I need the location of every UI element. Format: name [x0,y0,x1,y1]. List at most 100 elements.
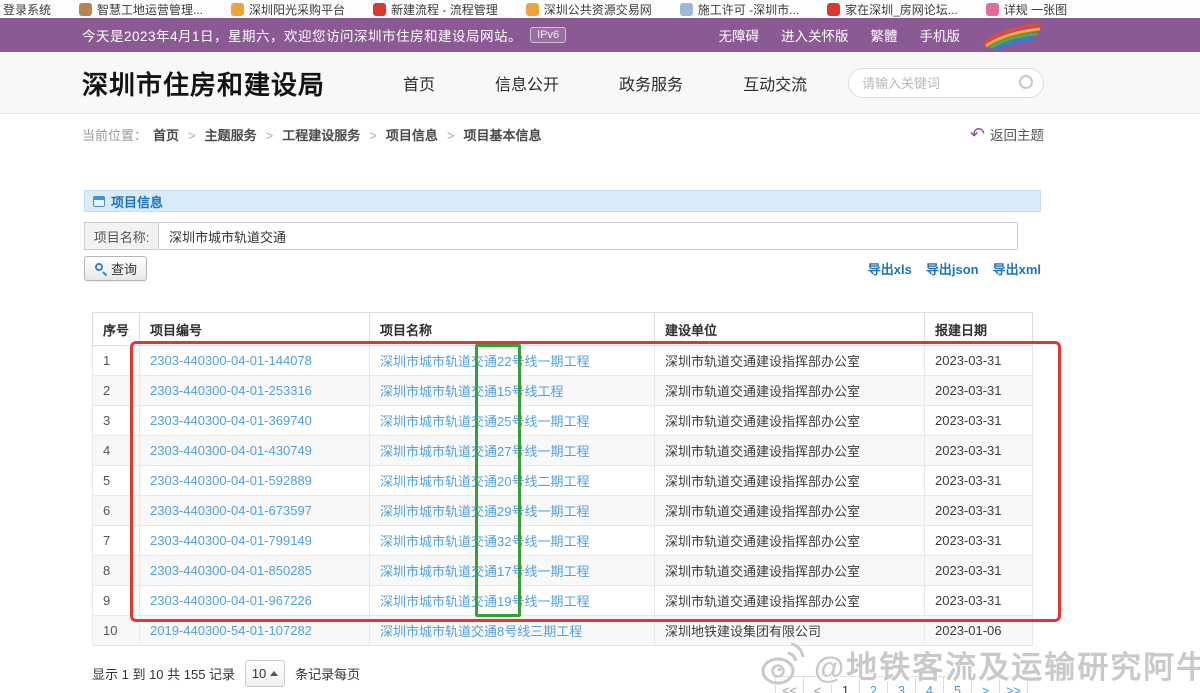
caret-up-icon [270,671,278,676]
table-row: 7 2303-440300-04-01-799149 深圳市城市轨道交通32号线… [93,526,1033,556]
breadcrumb-item[interactable]: 项目基本信息 [463,125,541,144]
row-index: 6 [93,496,140,526]
topbar-link[interactable]: 进入关怀版 [781,25,849,45]
table-row: 9 2303-440300-04-01-967226 深圳市城市轨道交通19号线… [93,586,1033,616]
bookmark-label: 家在深圳_房网论坛... [845,1,958,18]
project-name-input[interactable] [158,222,1018,250]
project-code-link[interactable]: 2303-440300-04-01-850285 [150,563,312,578]
project-code-link[interactable]: 2303-440300-04-01-430749 [150,443,312,458]
table-header-row: 序号项目编号项目名称建设单位报建日期 [93,313,1033,346]
topbar-link[interactable]: 无障碍 [719,25,760,45]
bookmark-item[interactable]: 登录系统 [3,1,51,18]
nav-item[interactable]: 互动交流 [743,71,807,95]
project-date: 2023-03-31 [925,406,1033,436]
breadcrumb-item[interactable]: 主题服务 [205,125,283,144]
project-name-link[interactable]: 深圳市城市轨道交通8号线三期工程 [380,624,582,639]
table-header-cell: 项目编号 [140,313,370,346]
topbar: 今天是2023年4月1日，星期六，欢迎您访问深圳市住房和建设局网站。 IPv6 … [0,18,1200,52]
bookmark-favicon-icon [373,3,386,16]
bookmark-item[interactable]: 施工许可 -深圳市... [680,1,799,18]
project-code-link[interactable]: 2303-440300-04-01-967226 [150,593,312,608]
nav-item[interactable]: 政务服务 [619,71,683,95]
bookmark-label: 深圳阳光采购平台 [249,1,345,18]
page-button[interactable]: 3 [887,676,916,693]
page-button[interactable]: 4 [915,676,944,693]
search-form: 项目名称: [84,222,1041,250]
project-org: 深圳市轨道交通建设指挥部办公室 [655,496,925,526]
bookmark-item[interactable]: 深圳阳光采购平台 [231,1,345,18]
table-header-cell: 序号 [93,313,140,346]
project-name-link[interactable]: 深圳市城市轨道交通32号线一期工程 [380,534,589,549]
project-name-link[interactable]: 深圳市城市轨道交通22号线一期工程 [380,354,589,369]
bookmark-favicon-icon [231,3,244,16]
project-name-link[interactable]: 深圳市城市轨道交通29号线一期工程 [380,504,589,519]
project-name-link[interactable]: 深圳市城市轨道交通17号线一期工程 [380,564,589,579]
export-link[interactable]: 导出xml [993,259,1041,278]
bookmark-favicon-icon [827,3,840,16]
page-button[interactable]: >> [999,676,1028,693]
page-button[interactable]: 2 [859,676,888,693]
page-button[interactable]: > [971,676,1000,693]
page-button[interactable]: << [775,676,804,693]
pagination: <<<12345>>> [776,676,1028,693]
project-name-link[interactable]: 深圳市城市轨道交通20号线二期工程 [380,474,589,489]
search-icon[interactable] [1019,75,1033,89]
table-row: 10 2019-440300-54-01-107282 深圳市城市轨道交通8号线… [93,616,1033,646]
project-date: 2023-03-31 [925,496,1033,526]
query-button-label: 查询 [111,259,137,278]
topbar-link[interactable]: 手机版 [920,25,961,45]
topbar-link[interactable]: 繁體 [871,25,898,45]
project-code-link[interactable]: 2303-440300-04-01-369740 [150,413,312,428]
project-name-link[interactable]: 深圳市城市轨道交通25号线一期工程 [380,414,589,429]
export-link[interactable]: 导出xls [868,259,912,278]
project-code-link[interactable]: 2303-440300-04-01-144078 [150,353,312,368]
welcome-text: 今天是2023年4月1日，星期六，欢迎您访问深圳市住房和建设局网站。 [82,25,522,45]
back-to-topic-link[interactable]: ↶ 返回主题 [970,124,1044,144]
page: 登录系统 智慧工地运营管理... 深圳阳光采购平台 新建流程 - 流程管理 深圳… [0,0,1200,693]
bookmark-favicon-icon [680,3,693,16]
table-footer: 显示 1 到 10 共 155 记录 10 条记录每页 [92,660,360,687]
export-link[interactable]: 导出json [926,259,979,278]
project-code-link[interactable]: 2019-440300-54-01-107282 [150,623,312,638]
bookmark-item[interactable]: 新建流程 - 流程管理 [373,1,498,18]
project-date: 2023-03-31 [925,586,1033,616]
project-org: 深圳地铁建设集团有限公司 [655,616,925,646]
bookmark-item[interactable]: 家在深圳_房网论坛... [827,1,958,18]
project-org: 深圳市轨道交通建设指挥部办公室 [655,346,925,376]
bookmark-favicon-icon [986,3,999,16]
bookmark-label: 新建流程 - 流程管理 [391,1,498,18]
page-button[interactable]: 1 [831,676,860,693]
page-button[interactable]: < [803,676,832,693]
bookmark-item[interactable]: 智慧工地运营管理... [79,1,203,18]
table-row: 5 2303-440300-04-01-592889 深圳市城市轨道交通20号线… [93,466,1033,496]
query-button[interactable]: 查询 [84,256,147,281]
nav-item[interactable]: 首页 [403,71,435,95]
project-code-link[interactable]: 2303-440300-04-01-673597 [150,503,312,518]
page-size-dropdown[interactable]: 10 [245,660,285,687]
row-index: 4 [93,436,140,466]
back-arrow-icon: ↶ [970,127,985,141]
breadcrumb-item[interactable]: 首页 [153,125,205,144]
page-button[interactable]: 5 [943,676,972,693]
project-code-link[interactable]: 2303-440300-04-01-592889 [150,473,312,488]
row-index: 7 [93,526,140,556]
project-name-link[interactable]: 深圳市城市轨道交通27号线一期工程 [380,444,589,459]
project-name-link[interactable]: 深圳市城市轨道交通15号线工程 [380,384,563,399]
project-code-link[interactable]: 2303-440300-04-01-253316 [150,383,312,398]
breadcrumb-label: 当前位置： [82,125,147,144]
project-date: 2023-03-31 [925,376,1033,406]
bookmark-label: 详规 一张图 [1004,1,1067,18]
project-name-link[interactable]: 深圳市城市轨道交通19号线一期工程 [380,594,589,609]
breadcrumb-item[interactable]: 项目信息 [386,125,464,144]
nav-item[interactable]: 信息公开 [495,71,559,95]
site-search [848,68,1044,98]
bookmark-item[interactable]: 详规 一张图 [986,1,1067,18]
search-input[interactable] [848,68,1044,98]
breadcrumb-item[interactable]: 工程建设服务 [282,125,386,144]
bookmark-item[interactable]: 深圳公共资源交易网 [526,1,652,18]
row-index: 9 [93,586,140,616]
bookmark-label: 登录系统 [3,1,51,18]
bookmark-label: 深圳公共资源交易网 [544,1,652,18]
project-date: 2023-03-31 [925,526,1033,556]
project-code-link[interactable]: 2303-440300-04-01-799149 [150,533,312,548]
